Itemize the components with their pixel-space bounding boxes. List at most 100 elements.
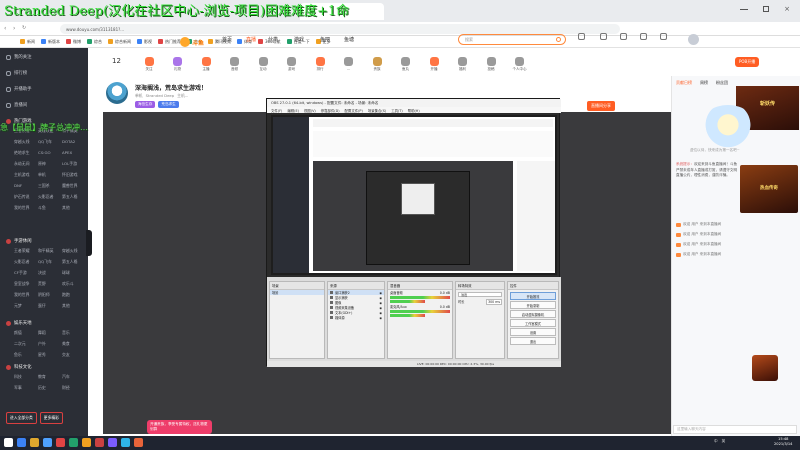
url-input[interactable]: www.douyu.com/3113181?... bbox=[60, 24, 620, 34]
obs-control-button[interactable]: 设置 bbox=[510, 328, 556, 336]
visibility-icon[interactable]: ◉ bbox=[379, 306, 382, 310]
sidebar-category[interactable]: QQ飞车 bbox=[38, 259, 62, 265]
sidebar-category[interactable]: 汽车 bbox=[62, 374, 86, 380]
toolbar-item[interactable]: 互动 bbox=[250, 57, 276, 72]
sidebar-category[interactable]: 主机游戏 bbox=[14, 172, 38, 178]
obs-menu-item[interactable]: 场景集合(S) bbox=[368, 108, 386, 113]
sidebar-category[interactable]: QQ飞车 bbox=[38, 139, 62, 145]
obs-control-button[interactable]: 启动虚拟摄像机 bbox=[510, 310, 556, 318]
bookmark-item[interactable]: 热门推荐 bbox=[158, 39, 181, 45]
room-game[interactable]: Stranded Deep bbox=[146, 93, 175, 99]
nav-item[interactable]: 直播 bbox=[246, 36, 256, 43]
taskbar-app-icon[interactable] bbox=[108, 438, 117, 447]
sidebar-category[interactable]: 鱼乐 bbox=[14, 352, 38, 358]
sidebar-item[interactable]: 开播助手 bbox=[6, 86, 32, 92]
browser-tab[interactable] bbox=[474, 3, 554, 20]
sidebar-item[interactable]: 我的关注 bbox=[6, 54, 32, 60]
sidebar-category[interactable]: 历史 bbox=[38, 385, 62, 391]
chat-user[interactable]: 系统提示： bbox=[676, 162, 694, 166]
streamer-avatar[interactable] bbox=[106, 82, 128, 104]
sidebar-category[interactable]: 单机 bbox=[38, 172, 62, 178]
sidebar-section-title[interactable]: 娱乐天地 bbox=[6, 320, 32, 326]
gift-tip[interactable]: 开通贵族，享受专属特权，送礼物更划算 bbox=[147, 420, 212, 434]
sidebar-category[interactable]: 魔兽世界 bbox=[62, 183, 86, 189]
sidebar-category[interactable]: 绝地求生 bbox=[14, 150, 38, 156]
maximize-icon[interactable] bbox=[763, 6, 770, 12]
sidebar-item[interactable]: 排行榜 bbox=[6, 70, 27, 76]
visibility-icon[interactable]: ◉ bbox=[379, 291, 382, 295]
visibility-icon[interactable]: ◉ bbox=[379, 316, 382, 320]
toolbar-item[interactable]: 排行 bbox=[307, 57, 333, 72]
visibility-icon[interactable]: ◉ bbox=[379, 296, 382, 300]
visibility-icon[interactable]: ◉ bbox=[379, 301, 382, 305]
sidebar-section-title[interactable]: 手游休闲 bbox=[6, 238, 32, 244]
sidebar-category[interactable]: 决战 bbox=[38, 270, 62, 276]
toolbar-item[interactable]: 福利 bbox=[450, 57, 476, 72]
download-shortcut[interactable] bbox=[596, 33, 610, 51]
sidebar-item[interactable]: 直播间 bbox=[6, 102, 27, 108]
sidebar-category[interactable]: 球球 bbox=[62, 270, 86, 276]
nav-item[interactable]: 鱼塘 bbox=[344, 36, 354, 43]
all-categories-button[interactable]: 进入全部分类 bbox=[6, 412, 37, 424]
sidebar-category[interactable]: 我的世界 bbox=[14, 205, 38, 211]
taskbar-app-icon[interactable] bbox=[56, 438, 65, 447]
taskbar-clock[interactable]: 15:48 2021/3/14 bbox=[774, 437, 792, 447]
sidebar-category[interactable]: 交友 bbox=[62, 352, 86, 358]
visibility-icon[interactable]: ◉ bbox=[379, 311, 382, 315]
search-input[interactable]: 搜索 bbox=[458, 34, 566, 45]
site-logo[interactable]: 斗鱼 bbox=[180, 35, 210, 49]
sidebar-category[interactable]: 阴阳师 bbox=[38, 292, 62, 298]
game-icon-ad[interactable] bbox=[752, 355, 778, 381]
taskbar-app-icon[interactable] bbox=[43, 438, 52, 447]
sidebar-category[interactable]: 怀旧游戏 bbox=[62, 172, 86, 178]
sidebar-category[interactable]: 颜值 bbox=[14, 330, 38, 336]
toolbar-item[interactable]: 贵族 bbox=[364, 57, 390, 72]
sidebar-category[interactable]: 原神 bbox=[38, 161, 62, 167]
bookmark-item[interactable]: 新版本 bbox=[41, 39, 60, 45]
bookmark-item[interactable]: 新闻 bbox=[20, 39, 35, 45]
room-category[interactable]: 单机 bbox=[135, 93, 143, 99]
share-button[interactable]: 直播间分享 bbox=[587, 101, 615, 111]
sidebar-category[interactable]: 皇室战争 bbox=[14, 281, 38, 287]
obs-menu-item[interactable]: 文件(F) bbox=[271, 108, 282, 113]
lang-indicator[interactable]: 英 bbox=[722, 439, 726, 444]
refresh-icon[interactable]: ↻ bbox=[22, 25, 26, 31]
forward-icon[interactable]: › bbox=[13, 25, 15, 32]
message-shortcut[interactable] bbox=[616, 33, 630, 51]
sidebar-category[interactable]: 军事 bbox=[14, 385, 38, 391]
bookmark-item[interactable]: 综合新闻 bbox=[108, 39, 131, 45]
sidebar-category[interactable]: 其他 bbox=[62, 205, 86, 211]
taskbar-app-icon[interactable] bbox=[82, 438, 91, 447]
sidebar-category[interactable]: 穿越火线 bbox=[62, 248, 86, 254]
taskbar-app-icon[interactable] bbox=[134, 438, 143, 447]
sidebar-category[interactable]: APEX bbox=[62, 150, 86, 156]
sidebar-category[interactable]: 元梦 bbox=[14, 303, 38, 309]
sidebar-category[interactable]: CF手游 bbox=[14, 270, 38, 276]
duration-input[interactable]: 300 ms bbox=[486, 298, 502, 305]
toolbar-item[interactable]: 礼物 bbox=[165, 57, 191, 72]
sidebar-category[interactable]: 火影忍者 bbox=[38, 194, 62, 200]
chat-input[interactable]: 这里输入聊天内容 bbox=[673, 425, 797, 434]
toolbar-item[interactable]: ... bbox=[336, 57, 362, 71]
sidebar-category[interactable]: CS:GO bbox=[38, 150, 62, 156]
sidebar-category[interactable]: 永劫无间 bbox=[14, 161, 38, 167]
nav-item[interactable]: 游戏 bbox=[294, 36, 304, 43]
nav-item[interactable]: 分类 bbox=[268, 36, 278, 43]
sidebar-category[interactable]: 第五人格 bbox=[62, 194, 86, 200]
sidebar-category[interactable]: 星秀 bbox=[38, 352, 62, 358]
obs-window[interactable]: OBS 27.0.1 (64-bit, windows) - 配置文件: 未命名… bbox=[266, 98, 561, 367]
taskbar-app-icon[interactable] bbox=[121, 438, 130, 447]
browser-tab[interactable] bbox=[392, 3, 472, 20]
browser-tab[interactable] bbox=[556, 3, 636, 20]
obs-control-button[interactable]: 退出 bbox=[510, 337, 556, 345]
toolbar-item[interactable]: 游戏 bbox=[279, 57, 305, 72]
sidebar-category[interactable]: 户外 bbox=[38, 341, 62, 347]
tab-daily-rank[interactable]: 贡献日榜 bbox=[676, 80, 692, 86]
obs-control-button[interactable]: 开始推流 bbox=[510, 292, 556, 300]
sidebar-category[interactable]: 和平精英 bbox=[38, 248, 62, 254]
history-shortcut[interactable] bbox=[574, 33, 588, 51]
sidebar-category[interactable]: LOL手游 bbox=[62, 161, 86, 167]
obs-control-button[interactable]: 开始录制 bbox=[510, 301, 556, 309]
sidebar-category[interactable]: 科技 bbox=[14, 374, 38, 380]
toolbar-item[interactable]: 关注 bbox=[136, 57, 162, 72]
